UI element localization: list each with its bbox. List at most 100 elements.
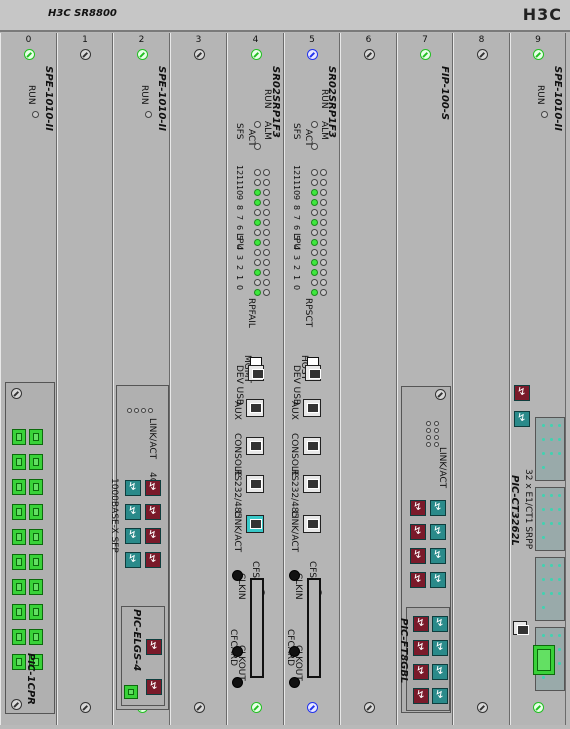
sfp-port[interactable] (12, 554, 26, 570)
fiber-port-icon[interactable] (413, 616, 429, 632)
fiber-port-icon[interactable] (432, 664, 448, 680)
screw-icon[interactable] (533, 49, 544, 60)
rj45-port-icon[interactable] (303, 515, 321, 533)
sfp-port[interactable] (12, 629, 26, 645)
sfp-port[interactable] (29, 629, 43, 645)
fiber-port-icon[interactable] (514, 385, 530, 401)
sfp-port[interactable] (12, 529, 26, 545)
rj45-port-icon[interactable] (303, 399, 321, 417)
screw-icon[interactable] (307, 49, 318, 60)
fiber-port-icon[interactable] (125, 480, 141, 496)
sfp-port[interactable] (12, 604, 26, 620)
cfcard-slot[interactable] (307, 578, 321, 678)
fiber-port-icon[interactable] (410, 524, 426, 540)
slot-1[interactable]: 1 (57, 33, 113, 725)
sfp-port[interactable] (12, 579, 26, 595)
clkin-connector[interactable] (289, 570, 300, 581)
fiber-port-icon[interactable] (145, 528, 161, 544)
fiber-port-icon[interactable] (430, 500, 446, 516)
fiber-port-icon[interactable] (146, 679, 162, 695)
fiber-port-icon[interactable] (125, 528, 141, 544)
fiber-port-icon[interactable] (430, 548, 446, 564)
rj45-port-icon[interactable] (303, 475, 321, 493)
cfcard-slot[interactable] (250, 578, 264, 678)
fiber-port-icon[interactable] (410, 500, 426, 516)
fiber-port-icon[interactable] (125, 552, 141, 568)
screw-icon[interactable] (307, 702, 318, 713)
screw-icon[interactable] (363, 702, 375, 713)
screw-icon[interactable] (80, 49, 91, 60)
db-connector[interactable] (535, 487, 565, 551)
sfp-port[interactable] (29, 504, 43, 520)
fiber-port-icon[interactable] (432, 688, 448, 704)
clkout-connector[interactable] (232, 646, 243, 657)
screw-icon[interactable] (11, 388, 22, 399)
fiber-port-icon[interactable] (410, 548, 426, 564)
slot-6[interactable]: 6 (340, 33, 397, 725)
fiber-port-icon[interactable] (432, 640, 448, 656)
sfp-port[interactable] (12, 504, 26, 520)
fiber-port-icon[interactable] (514, 411, 530, 427)
rj45-port-icon[interactable] (246, 515, 264, 533)
clk-connector[interactable] (232, 677, 243, 688)
slot-3[interactable]: 3 (170, 33, 227, 725)
slot-5[interactable]: 5 SR02SRP1F3 RUN SFS ALM ACT LPU 0 1 2 3 4 5 6 7 8 9 10 11… (284, 33, 340, 725)
fiber-port-icon[interactable] (432, 616, 448, 632)
fiber-port-icon[interactable] (146, 639, 162, 655)
rj45-port-icon[interactable] (513, 621, 529, 635)
slot-4[interactable]: 4 SR02SRP1F3 RUN SFS ALM ACT LPU 0 1 2 3 4 5 6 7 8 9 10 11… (227, 33, 284, 725)
rj45-port-icon[interactable] (246, 437, 264, 455)
fiber-port-icon[interactable] (430, 572, 446, 588)
rj45-port-icon[interactable] (246, 399, 264, 417)
sfp-port[interactable] (533, 645, 555, 675)
fiber-port-icon[interactable] (413, 664, 429, 680)
sfp-port[interactable] (12, 479, 26, 495)
screw-icon[interactable] (23, 49, 35, 60)
slot-0[interactable]: 0 SPE-1010-II RUN PIC-1CPR (0, 33, 57, 725)
db-connector[interactable] (535, 417, 565, 481)
fiber-port-icon[interactable] (430, 524, 446, 540)
slot-7[interactable]: 7 FIP-100-S LINK/ACT PIC-FT8GBL (397, 33, 453, 725)
fiber-port-icon[interactable] (413, 688, 429, 704)
fiber-port-icon[interactable] (410, 572, 426, 588)
screw-icon[interactable] (11, 699, 22, 710)
slot-8[interactable]: 8 (453, 33, 510, 725)
screw-icon[interactable] (136, 49, 148, 60)
screw-icon[interactable] (476, 702, 488, 713)
fiber-port-icon[interactable] (145, 480, 161, 496)
usb-port-icon[interactable] (248, 365, 264, 381)
fiber-port-icon[interactable] (413, 640, 429, 656)
screw-icon[interactable] (420, 49, 431, 60)
sfp-port[interactable] (29, 429, 43, 445)
slot-2[interactable]: 2SPE-1010-IIRUNLINK/ACT4GE1000BASE-X SFP… (109, 33, 170, 725)
slot-9[interactable]: 9 SPE-1010-II RUN PIC-CT3262L32 x E1/CT1 SR… (509, 33, 566, 725)
sfp-port[interactable] (29, 554, 43, 570)
screw-icon[interactable] (533, 702, 544, 713)
sfp-port[interactable] (12, 429, 26, 445)
fiber-port-icon[interactable] (125, 504, 141, 520)
clkin-connector[interactable] (232, 570, 243, 581)
screw-icon[interactable] (193, 702, 205, 713)
fiber-port-icon[interactable] (145, 552, 161, 568)
fiber-port-icon[interactable] (145, 504, 161, 520)
screw-icon[interactable] (476, 49, 488, 60)
sfp-port[interactable] (29, 604, 43, 620)
screw-icon[interactable] (363, 49, 375, 60)
sfp-port[interactable] (29, 454, 43, 470)
screw-icon[interactable] (435, 389, 446, 400)
sfp-port[interactable] (12, 454, 26, 470)
screw-icon[interactable] (80, 702, 91, 713)
rj45-port-icon[interactable] (303, 437, 321, 455)
sfp-port[interactable] (29, 529, 43, 545)
clkout-connector[interactable] (289, 646, 300, 657)
db-connector[interactable] (535, 557, 565, 621)
screw-icon[interactable] (193, 49, 205, 60)
rj45-port-icon[interactable] (246, 475, 264, 493)
screw-icon[interactable] (250, 702, 262, 713)
sfp-port[interactable] (29, 479, 43, 495)
usb-port-icon[interactable] (305, 365, 321, 381)
clk-connector[interactable] (289, 677, 300, 688)
sfp-port[interactable] (29, 579, 43, 595)
screw-icon[interactable] (250, 49, 262, 60)
sfp-port[interactable] (12, 654, 26, 670)
